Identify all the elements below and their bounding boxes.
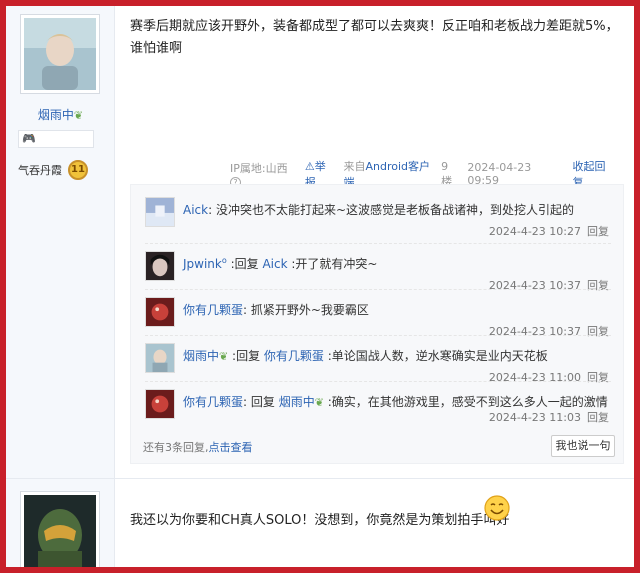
reply-time: 2024-4-23 10:37 bbox=[488, 325, 581, 338]
level-medal[interactable]: 气吞丹霞 11 bbox=[14, 158, 98, 182]
medal-label: 气吞丹霞 bbox=[18, 164, 62, 177]
more-replies-text: 还有3条回复, bbox=[143, 441, 209, 454]
reply-divider bbox=[145, 381, 611, 382]
reply-meta: 2024-4-23 11:00 回复 bbox=[489, 369, 609, 385]
post-content: 我还以为你要和CH真人SOLO！没想到，你竟然是为策划拍手叫好 bbox=[130, 513, 510, 528]
leaf-icon: ❦ bbox=[314, 396, 324, 409]
leaf-icon: ❦ bbox=[73, 109, 84, 122]
reply-word: 回复 bbox=[250, 395, 279, 409]
reply-time: 2024-4-23 10:37 bbox=[488, 279, 581, 292]
reply-button[interactable]: 回复 bbox=[587, 279, 609, 292]
reply-author[interactable]: 你有几颗蛋 bbox=[183, 303, 243, 317]
reply-button[interactable]: 回复 bbox=[587, 371, 609, 384]
reply-item: 烟雨中❦ :回复 你有几颗蛋 :单论国战人数，逆水寒确实是业内天花板 2024-… bbox=[145, 343, 615, 391]
post-meta: IP属地:山西 ? ⚠举报 来自Android客户端 9楼 2024-04-23… bbox=[230, 158, 619, 190]
reply-avatar[interactable] bbox=[145, 297, 175, 327]
reply-item: 你有几颗蛋: 抓紧开野外~我要霸区 2024-4-23 10:37 回复 bbox=[145, 297, 615, 345]
reply-avatar[interactable] bbox=[145, 251, 175, 281]
reply-item: Aick: 没冲突也不太能打起来~这波感觉是老板备战诸神，到处挖人引起的 202… bbox=[145, 197, 615, 245]
warning-icon: ⚠ bbox=[304, 160, 315, 173]
reply-meta: 2024-4-23 10:37 回复 bbox=[489, 277, 609, 293]
author-panel: 烟雨中❦ 🎮 气吞丹霞 11 bbox=[6, 6, 115, 478]
reply-author[interactable]: 烟雨中 bbox=[183, 349, 219, 363]
reply-divider bbox=[145, 335, 611, 336]
screenshot-frame: 烟雨中❦ 🎮 气吞丹霞 11 赛季后期就应该开野外，装备都成型了都可以去爽爽！反… bbox=[6, 6, 634, 567]
avatar-image bbox=[24, 18, 96, 90]
see-more-link[interactable]: 点击查看 bbox=[209, 441, 253, 454]
author-name[interactable]: 烟雨中❦ bbox=[6, 106, 115, 123]
reply-meta: 2024-4-23 10:27 回复 bbox=[489, 223, 609, 239]
author-name-text[interactable]: 烟雨中 bbox=[38, 108, 74, 122]
reply-avatar[interactable] bbox=[145, 343, 175, 373]
reply-separator: : bbox=[243, 303, 251, 317]
reply-meta: 2024-4-23 10:37 回复 bbox=[489, 323, 609, 339]
avatar[interactable] bbox=[20, 491, 100, 567]
reply-item: Jpwinko :回复 Aick :开了就有冲突~ 2024-4-23 10:3… bbox=[145, 251, 615, 299]
reply-body: 没冲突也不太能打起来~这波感觉是老板备战诸神，到处挖人引起的 bbox=[215, 203, 575, 217]
reply-target[interactable]: Aick bbox=[262, 257, 287, 271]
reply-author[interactable]: Jpwink bbox=[183, 257, 222, 271]
reply-word: 回复 bbox=[234, 257, 263, 271]
reply-section: Aick: 没冲突也不太能打起来~这波感觉是老板备战诸神，到处挖人引起的 202… bbox=[130, 184, 624, 464]
reply-button[interactable]: 回复 bbox=[587, 411, 609, 424]
medal-icon: 11 bbox=[68, 160, 88, 180]
add-reply-button[interactable]: 我也说一句 bbox=[551, 435, 615, 457]
avatar-image bbox=[24, 495, 96, 567]
more-replies: 还有3条回复,点击查看 bbox=[143, 439, 253, 455]
reply-item: 你有几颗蛋: 回复 烟雨中❦ :确实，在其他游戏里，感受不到这么多人一起的激情 … bbox=[145, 389, 615, 437]
leaf-icon: ❦ bbox=[219, 350, 229, 363]
reply-time: 2024-4-23 11:03 bbox=[488, 411, 581, 424]
reply-separator: : bbox=[208, 203, 216, 217]
reply-text: Jpwinko :回复 Aick :开了就有冲突~ bbox=[183, 255, 377, 272]
reply-author[interactable]: 你有几颗蛋 bbox=[183, 395, 243, 409]
avatar[interactable] bbox=[20, 14, 100, 94]
reply-separator: : bbox=[226, 257, 235, 271]
reply-meta: 2024-4-23 11:03 回复 bbox=[489, 409, 609, 425]
reply-body: :确实，在其他游戏里，感受不到这么多人一起的激情 bbox=[323, 395, 608, 409]
reply-body: :开了就有冲突~ bbox=[287, 257, 378, 271]
reply-avatar[interactable] bbox=[145, 389, 175, 419]
reply-divider bbox=[145, 289, 611, 290]
reply-button[interactable]: 回复 bbox=[587, 225, 609, 238]
reply-body: :单论国战人数，逆水寒确实是业内天花板 bbox=[323, 349, 548, 363]
reply-button[interactable]: 回复 bbox=[587, 325, 609, 338]
client-prefix: 来自 bbox=[343, 160, 366, 173]
reply-avatar[interactable] bbox=[145, 197, 175, 227]
user-badge: 🎮 bbox=[18, 130, 94, 148]
reply-target[interactable]: 你有几颗蛋 bbox=[264, 349, 324, 363]
reply-separator: : bbox=[228, 349, 237, 363]
reply-body: 抓紧开野外~我要霸区 bbox=[250, 303, 369, 317]
post-content: 赛季后期就应该开野外，装备都成型了都可以去爽爽！反正咱和老板战力差距就5%，谁怕… bbox=[130, 19, 619, 56]
ip-location-text: IP属地:山西 bbox=[230, 161, 288, 175]
reply-divider bbox=[145, 243, 611, 244]
reply-separator: : bbox=[243, 395, 251, 409]
reply-text: 烟雨中❦ :回复 你有几颗蛋 :单论国战人数，逆水寒确实是业内天花板 bbox=[183, 347, 548, 364]
post-floor-9: 烟雨中❦ 🎮 气吞丹霞 11 赛季后期就应该开野外，装备都成型了都可以去爽爽！反… bbox=[6, 6, 634, 478]
reply-word: 回复 bbox=[236, 349, 264, 363]
reply-text: 你有几颗蛋: 抓紧开野外~我要霸区 bbox=[183, 301, 369, 318]
reply-target[interactable]: 烟雨中 bbox=[279, 395, 315, 409]
smiley-emoji-icon bbox=[484, 495, 510, 521]
reply-author[interactable]: Aick bbox=[183, 203, 208, 217]
reply-text: Aick: 没冲突也不太能打起来~这波感觉是老板备战诸神，到处挖人引起的 bbox=[183, 201, 574, 218]
reply-text: 你有几颗蛋: 回复 烟雨中❦ :确实，在其他游戏里，感受不到这么多人一起的激情 bbox=[183, 393, 608, 410]
game-controller-icon: 🎮 bbox=[22, 132, 36, 145]
reply-time: 2024-4-23 11:00 bbox=[488, 371, 581, 384]
post-next: 我还以为你要和CH真人SOLO！没想到，你竟然是为策划拍手叫好 bbox=[6, 478, 634, 567]
reply-time: 2024-4-23 10:27 bbox=[488, 225, 581, 238]
author-panel bbox=[6, 479, 115, 567]
